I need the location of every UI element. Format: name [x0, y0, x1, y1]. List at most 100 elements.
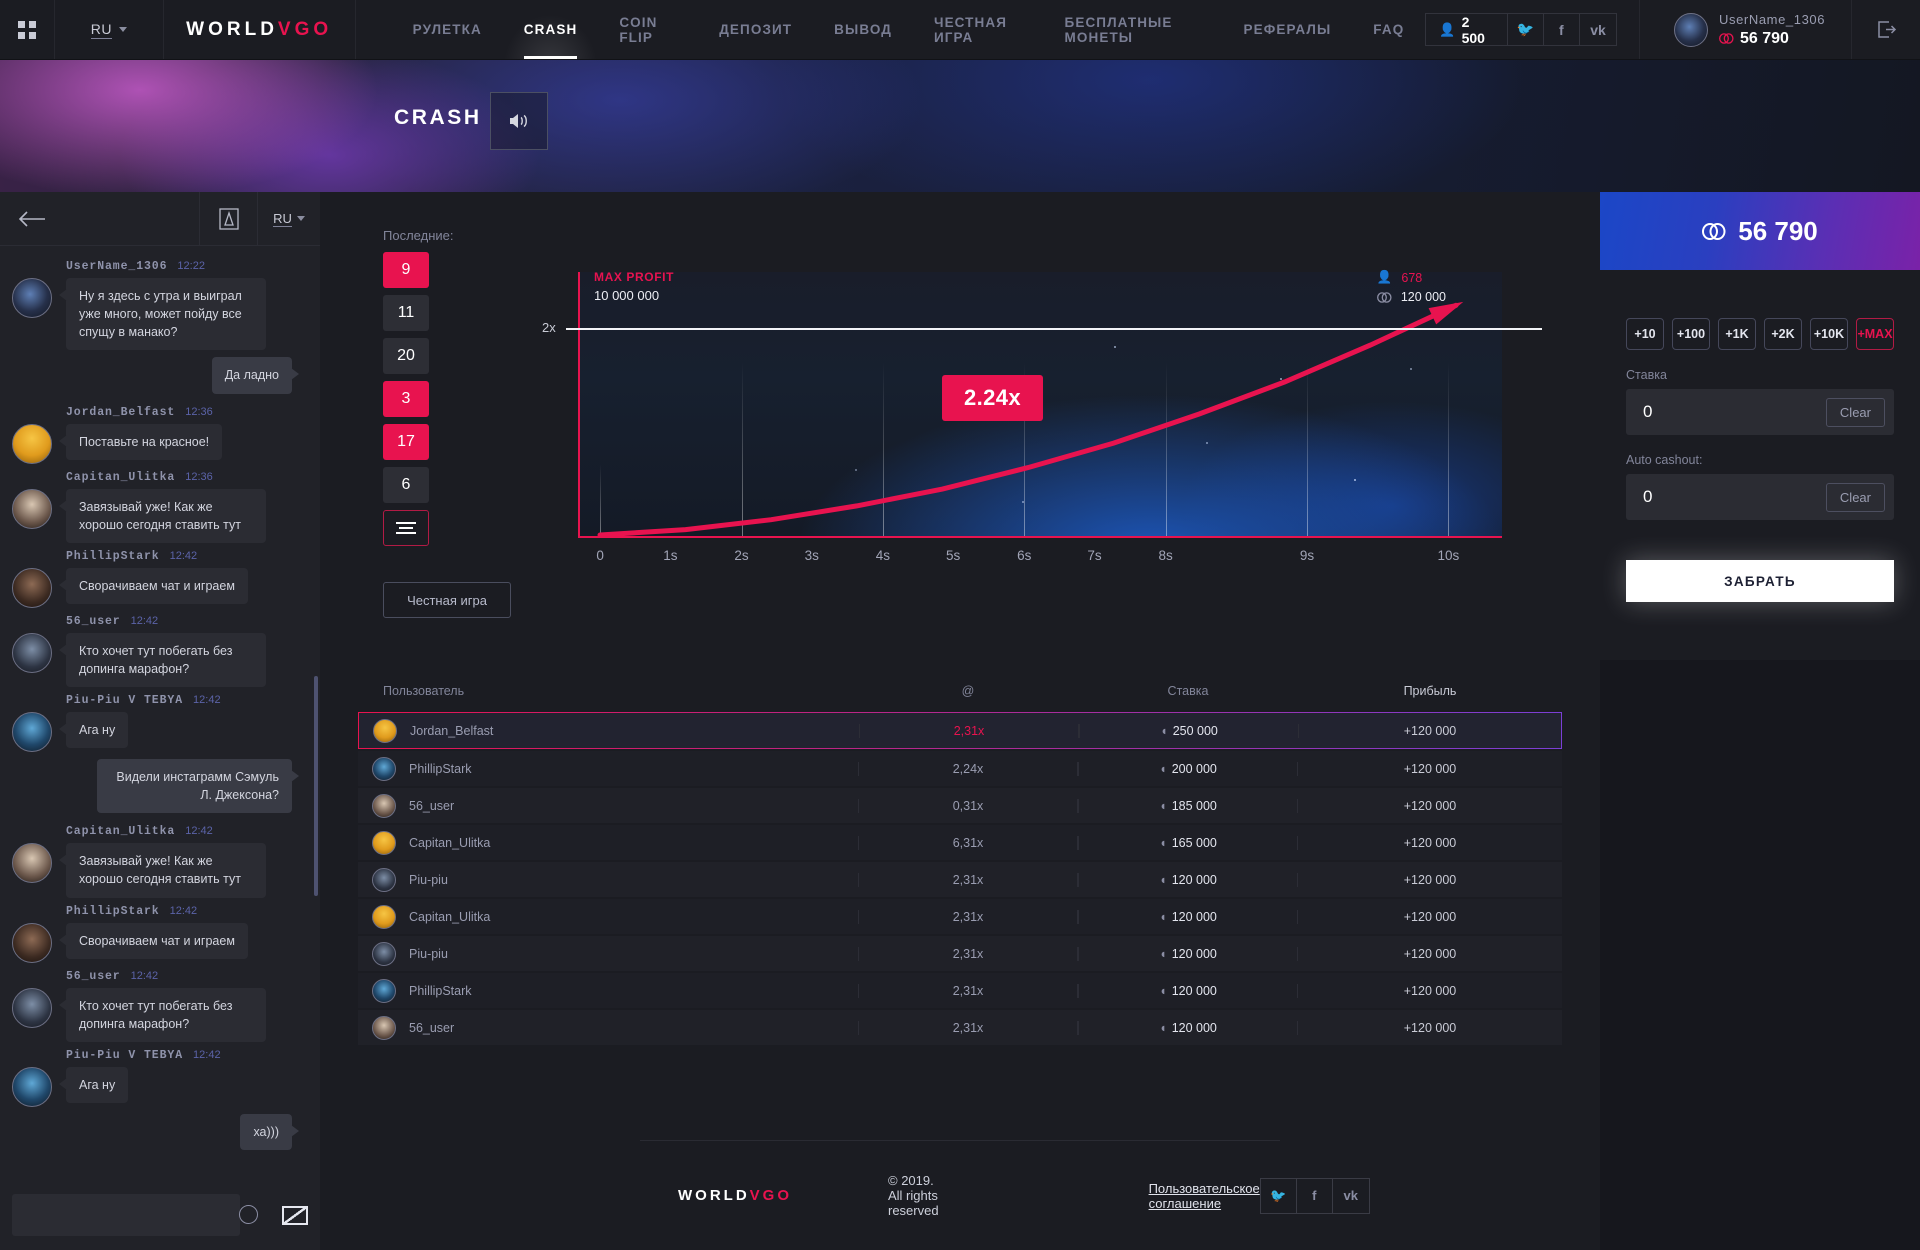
bet-user-name: 56_user	[409, 798, 455, 813]
table-row[interactable]: Capitan_Ulitka 6,31x ◖ 165 000 +120 000	[358, 825, 1562, 860]
bet-mult-cell: 2,31x	[858, 1020, 1078, 1035]
bet-user-name: 56_user	[409, 1020, 455, 1035]
chat-language-selector[interactable]: RU	[258, 192, 320, 245]
chat-message-time: 12:42	[130, 969, 159, 982]
table-row[interactable]: PhillipStark 2,24x ◖ 200 000 +120 000	[358, 751, 1562, 786]
chat-message-body: Ага ну	[12, 1066, 302, 1107]
chat-scrollbar[interactable]	[314, 676, 318, 896]
topbar-right-cluster: 👤 2 500 🐦 f vk UserName_1306 56 790	[1425, 0, 1920, 59]
logo-vgo-text: VGO	[277, 18, 333, 40]
bet-panel: 56 790 +10 +100 +1K +2K +10K +MAX Ставка…	[1600, 192, 1920, 1250]
chat-input-wrapper	[12, 1194, 270, 1236]
nav-item-referrals[interactable]: РЕФЕРАЛЫ	[1223, 0, 1353, 59]
vk-icon[interactable]: vk	[1580, 14, 1616, 45]
apps-grid-button[interactable]	[0, 0, 56, 59]
last-result-chip[interactable]: 11	[383, 295, 429, 331]
page-hero-banner: CRASH	[0, 60, 1920, 192]
chat-input[interactable]	[12, 1194, 240, 1236]
twitter-icon[interactable]: 🐦	[1261, 1178, 1297, 1213]
site-logo[interactable]: WORLD VGO	[164, 0, 356, 59]
bets-table-header: Пользователь @ Ставка Прибыль	[358, 670, 1562, 712]
chat-message-text: Ага ну	[58, 1066, 129, 1103]
chat-message-author: PhillipStark	[66, 904, 160, 918]
nav-item-free-coins[interactable]: БЕСПЛАТНЫЕ МОНЕТЫ	[1044, 0, 1223, 59]
bet-user-name: Piu-piu	[409, 872, 448, 887]
last-result-chip[interactable]: 3	[383, 381, 429, 417]
nav-item-faq[interactable]: FAQ	[1352, 0, 1425, 59]
quick-amount-10k[interactable]: +10K	[1810, 318, 1848, 350]
chat-sidebar: RU UserName_1306 12:22 Ну я здесь с утра…	[0, 192, 320, 1250]
quick-amount-1k[interactable]: +1K	[1718, 318, 1756, 350]
user-profile-box[interactable]: UserName_1306 56 790	[1639, 0, 1851, 59]
chat-message-header: PhillipStark 12:42	[12, 550, 302, 563]
online-count: 👤 2 500	[1426, 14, 1508, 46]
user-balance-value: 56 790	[1740, 29, 1789, 47]
last-result-chip[interactable]: 6	[383, 467, 429, 503]
bet-amount-field: Clear	[1626, 389, 1894, 435]
language-selector[interactable]: RU	[55, 0, 164, 59]
quick-amount-100[interactable]: +100	[1672, 318, 1710, 350]
table-row[interactable]: PhillipStark 2,31x ◖ 120 000 +120 000	[358, 973, 1562, 1008]
facebook-icon[interactable]: f	[1544, 14, 1580, 45]
cashout-button[interactable]: ЗАБРАТЬ	[1626, 560, 1894, 602]
coin-icon: ◖	[1159, 872, 1167, 887]
last-result-chip[interactable]: 17	[383, 424, 429, 460]
avatar	[372, 941, 396, 966]
nav-item-roulette[interactable]: РУЛЕТКА	[392, 0, 503, 59]
table-row[interactable]: Piu-piu 2,31x ◖ 120 000 +120 000	[358, 936, 1562, 971]
player-icon: 👤	[1376, 270, 1393, 284]
twitter-icon[interactable]: 🐦	[1508, 14, 1544, 45]
nav-item-deposit[interactable]: ДЕПОЗИТ	[698, 0, 813, 59]
fair-game-button[interactable]: Честная игра	[383, 582, 511, 618]
chat-message-time: 12:36	[185, 470, 213, 483]
chat-collapse-button[interactable]	[0, 192, 200, 245]
chat-composer	[0, 1180, 320, 1250]
bet-amount-clear-button[interactable]: Clear	[1825, 397, 1885, 427]
bet-amount-input[interactable]	[1643, 402, 1803, 422]
column-header-bet: Ставка	[1167, 684, 1209, 698]
last-result-chip[interactable]: 20	[383, 338, 429, 374]
emoji-icon[interactable]	[239, 1205, 258, 1224]
chat-message: 56_user 12:42 Кто хочет тут побегать без…	[12, 615, 302, 687]
auto-cashout-clear-button[interactable]: Clear	[1825, 482, 1885, 512]
chat-message-author: 56_user	[66, 969, 121, 983]
nav-item-fair-game[interactable]: ЧЕСТНАЯ ИГРА	[913, 0, 1044, 59]
quick-amount-2k[interactable]: +2K	[1764, 318, 1802, 350]
chat-font-size-button[interactable]	[200, 192, 258, 245]
nav-item-coinflip[interactable]: COIN FLIP	[598, 0, 698, 59]
chat-message: Jordan_Belfast 12:36 Поставьте на красно…	[12, 406, 302, 464]
chat-message-list[interactable]: UserName_1306 12:22 Ну я здесь с утра и …	[0, 246, 320, 1180]
coin-icon: ◖	[1159, 761, 1167, 776]
chat-message-header: PhillipStark 12:42	[12, 905, 302, 918]
chat-message-text: Сворачиваем чат и играем	[59, 922, 248, 959]
table-row[interactable]: Piu-piu 2,31x ◖ 120 000 +120 000	[358, 862, 1562, 897]
table-row[interactable]: 56_user 0,31x ◖ 185 000 +120 000	[358, 788, 1562, 823]
quick-amount-10[interactable]: +10	[1626, 318, 1664, 350]
footer-agreement-link[interactable]: Пользовательское соглашение	[1149, 1181, 1260, 1211]
vk-icon[interactable]: vk	[1333, 1179, 1369, 1213]
coin-icon: ◖	[1159, 909, 1167, 924]
bet-mult-cell: 2,31x	[859, 723, 1079, 738]
auto-cashout-input[interactable]	[1643, 487, 1803, 507]
sound-toggle-button[interactable]	[490, 92, 548, 150]
nav-item-withdraw[interactable]: ВЫВОД	[813, 0, 913, 59]
send-envelope-icon[interactable]	[282, 1205, 308, 1225]
avatar	[12, 843, 52, 884]
footer-logo-vgo: VGO	[749, 1187, 792, 1204]
chat-message-body: Сворачиваем чат и играем	[12, 567, 302, 608]
history-list-icon[interactable]	[383, 510, 429, 546]
speaker-on-icon	[509, 114, 527, 128]
chat-message-header: Capitan_Ulitka 12:42	[12, 825, 302, 838]
chat-message-time: 12:22	[177, 260, 205, 272]
footer-logo[interactable]: WORLDVGO	[678, 1187, 792, 1204]
logout-button[interactable]	[1851, 0, 1920, 59]
quick-amount-max[interactable]: +MAX	[1856, 318, 1894, 350]
facebook-icon[interactable]: f	[1297, 1178, 1333, 1213]
last-result-chip[interactable]: 9	[383, 252, 429, 288]
table-row[interactable]: Jordan_Belfast 2,31x ◖ 250 000 +120 000	[358, 712, 1562, 749]
chat-message-body: Кто хочет тут побегать без допинга мараф…	[12, 987, 302, 1042]
table-row[interactable]: 56_user 2,31x ◖ 120 000 +120 000	[358, 1010, 1562, 1045]
coin-icon: ◖	[1159, 798, 1167, 813]
table-row[interactable]: Capitan_Ulitka 2,31x ◖ 120 000 +120 000	[358, 899, 1562, 934]
nav-item-crash[interactable]: CRASH	[502, 0, 599, 59]
